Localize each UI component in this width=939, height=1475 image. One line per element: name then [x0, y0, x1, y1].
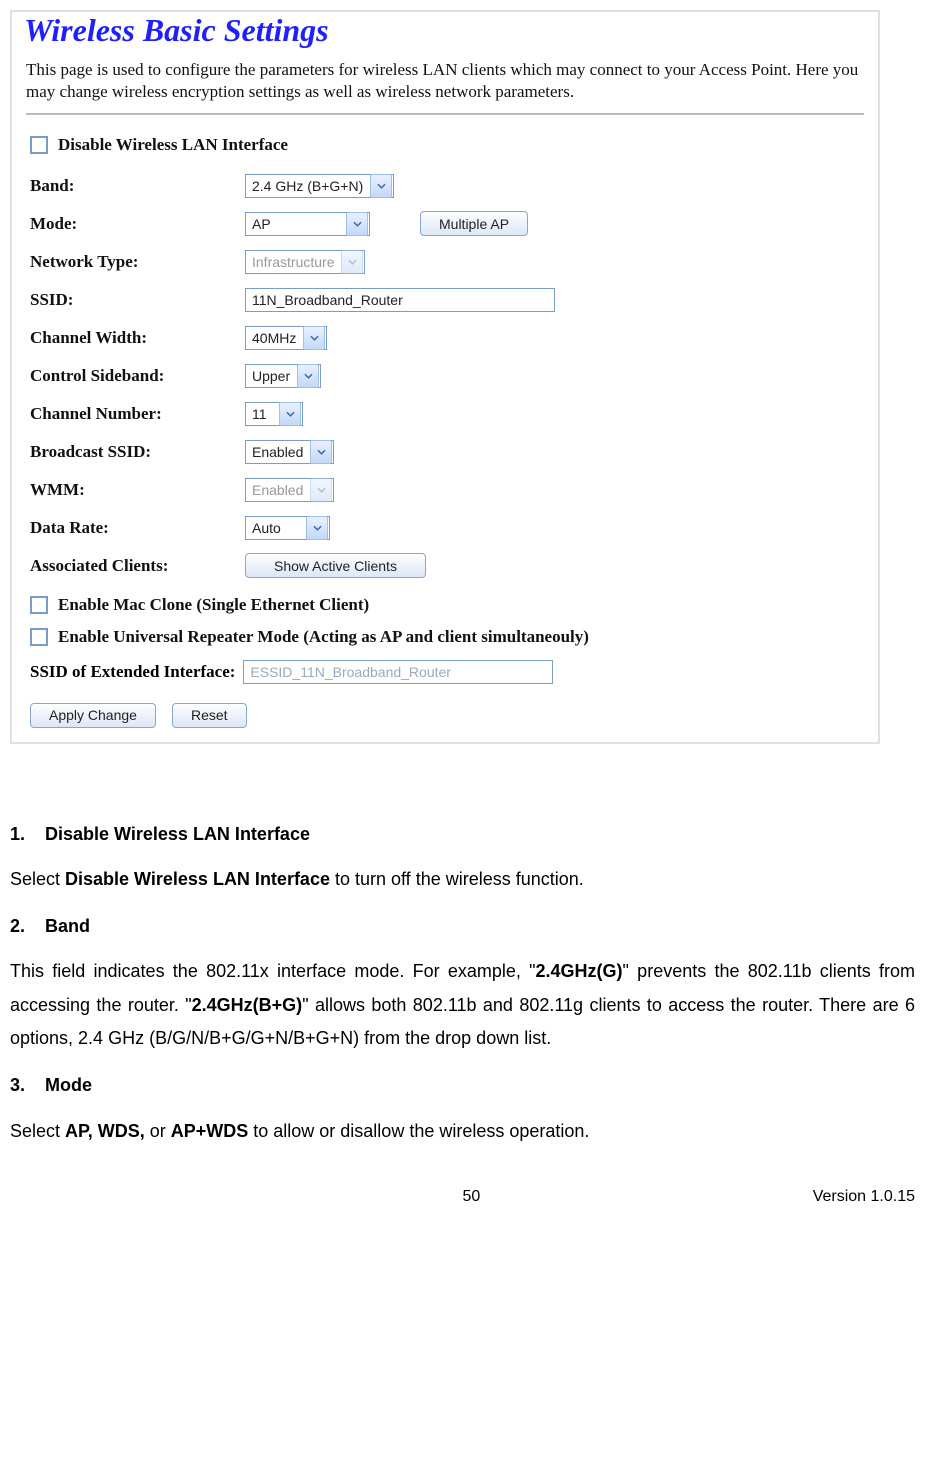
panel-description: This page is used to configure the param… — [12, 53, 878, 113]
universal-repeater-checkbox[interactable] — [30, 628, 48, 646]
page-footer: 50 Version 1.0.15 — [10, 1158, 915, 1206]
section-1-heading: 1. Disable Wireless LAN Interface — [10, 818, 915, 851]
section-2-title: Band — [45, 916, 90, 936]
band-value: 2.4 GHz (B+G+N) — [246, 178, 369, 194]
reset-button[interactable]: Reset — [172, 703, 247, 728]
chevron-down-icon — [370, 174, 392, 198]
text: or — [145, 1121, 171, 1141]
settings-panel: Wireless Basic Settings This page is use… — [10, 10, 880, 744]
text-bold: Disable Wireless LAN Interface — [65, 869, 330, 889]
channel-number-label: Channel Number: — [30, 404, 245, 424]
channel-width-label: Channel Width: — [30, 328, 245, 348]
broadcast-ssid-select[interactable]: Enabled — [245, 440, 334, 464]
section-1-paragraph: Select Disable Wireless LAN Interface to… — [10, 863, 915, 896]
page-number: 50 — [130, 1188, 813, 1206]
network-type-value: Infrastructure — [246, 254, 340, 270]
data-rate-label: Data Rate: — [30, 518, 245, 538]
extended-ssid-label: SSID of Extended Interface: — [30, 662, 243, 682]
apply-change-button[interactable]: Apply Change — [30, 703, 156, 728]
section-2-heading: 2. Band — [10, 910, 915, 943]
disable-wlan-label: Disable Wireless LAN Interface — [58, 135, 288, 155]
network-type-select: Infrastructure — [245, 250, 365, 274]
section-3-heading: 3. Mode — [10, 1069, 915, 1102]
text-bold: AP+WDS — [171, 1121, 249, 1141]
disable-wlan-checkbox[interactable] — [30, 136, 48, 154]
chevron-down-icon — [279, 402, 301, 426]
divider — [26, 113, 864, 115]
associated-clients-label: Associated Clients: — [30, 556, 245, 576]
chevron-down-icon — [297, 364, 319, 388]
chevron-down-icon — [310, 478, 332, 502]
text: Select — [10, 869, 65, 889]
section-3-title: Mode — [45, 1075, 92, 1095]
mode-select[interactable]: AP — [245, 212, 370, 236]
text-bold: 2.4GHz(G) — [536, 961, 623, 981]
multiple-ap-button[interactable]: Multiple AP — [420, 211, 528, 236]
channel-width-select[interactable]: 40MHz — [245, 326, 327, 350]
universal-repeater-label: Enable Universal Repeater Mode (Acting a… — [58, 627, 589, 647]
mode-label: Mode: — [30, 214, 245, 234]
control-sideband-select[interactable]: Upper — [245, 364, 321, 388]
ssid-label: SSID: — [30, 290, 245, 310]
chevron-down-icon — [341, 250, 363, 274]
text: This field indicates the 802.11x interfa… — [10, 961, 536, 981]
control-sideband-label: Control Sideband: — [30, 366, 245, 386]
form-area: Disable Wireless LAN Interface Band: 2.4… — [12, 129, 878, 728]
data-rate-select[interactable]: Auto — [245, 516, 330, 540]
section-3-number: 3. — [10, 1075, 25, 1095]
data-rate-value: Auto — [246, 520, 305, 536]
version-label: Version 1.0.15 — [813, 1188, 915, 1206]
panel-title: Wireless Basic Settings — [12, 12, 878, 53]
chevron-down-icon — [306, 516, 328, 540]
ssid-input[interactable]: 11N_Broadband_Router — [245, 288, 555, 312]
text: to turn off the wireless function. — [330, 869, 584, 889]
section-2-number: 2. — [10, 916, 25, 936]
channel-number-select[interactable]: 11 — [245, 402, 303, 426]
network-type-label: Network Type: — [30, 252, 245, 272]
show-active-clients-button[interactable]: Show Active Clients — [245, 553, 426, 578]
extended-ssid-input[interactable]: ESSID_11N_Broadband_Router — [243, 660, 553, 684]
broadcast-ssid-value: Enabled — [246, 444, 309, 460]
text-bold: 2.4GHz(B+G) — [192, 995, 303, 1015]
channel-width-value: 40MHz — [246, 330, 302, 346]
mode-value: AP — [246, 216, 345, 232]
band-label: Band: — [30, 176, 245, 196]
wmm-label: WMM: — [30, 480, 245, 500]
chevron-down-icon — [310, 440, 332, 464]
broadcast-ssid-label: Broadcast SSID: — [30, 442, 245, 462]
channel-number-value: 11 — [246, 406, 278, 422]
mac-clone-label: Enable Mac Clone (Single Ethernet Client… — [58, 595, 369, 615]
section-1-title: Disable Wireless LAN Interface — [45, 824, 310, 844]
section-1-number: 1. — [10, 824, 25, 844]
mac-clone-checkbox[interactable] — [30, 596, 48, 614]
text: to allow or disallow the wireless operat… — [248, 1121, 589, 1141]
chevron-down-icon — [346, 212, 368, 236]
documentation-body: 1. Disable Wireless LAN Interface Select… — [10, 744, 915, 1148]
wmm-select: Enabled — [245, 478, 334, 502]
band-select[interactable]: 2.4 GHz (B+G+N) — [245, 174, 394, 198]
section-2-paragraph: This field indicates the 802.11x interfa… — [10, 955, 915, 1055]
control-sideband-value: Upper — [246, 368, 296, 384]
text: Select — [10, 1121, 65, 1141]
text-bold: AP, WDS, — [65, 1121, 145, 1141]
section-3-paragraph: Select AP, WDS, or AP+WDS to allow or di… — [10, 1115, 915, 1148]
wmm-value: Enabled — [246, 482, 309, 498]
chevron-down-icon — [303, 326, 325, 350]
